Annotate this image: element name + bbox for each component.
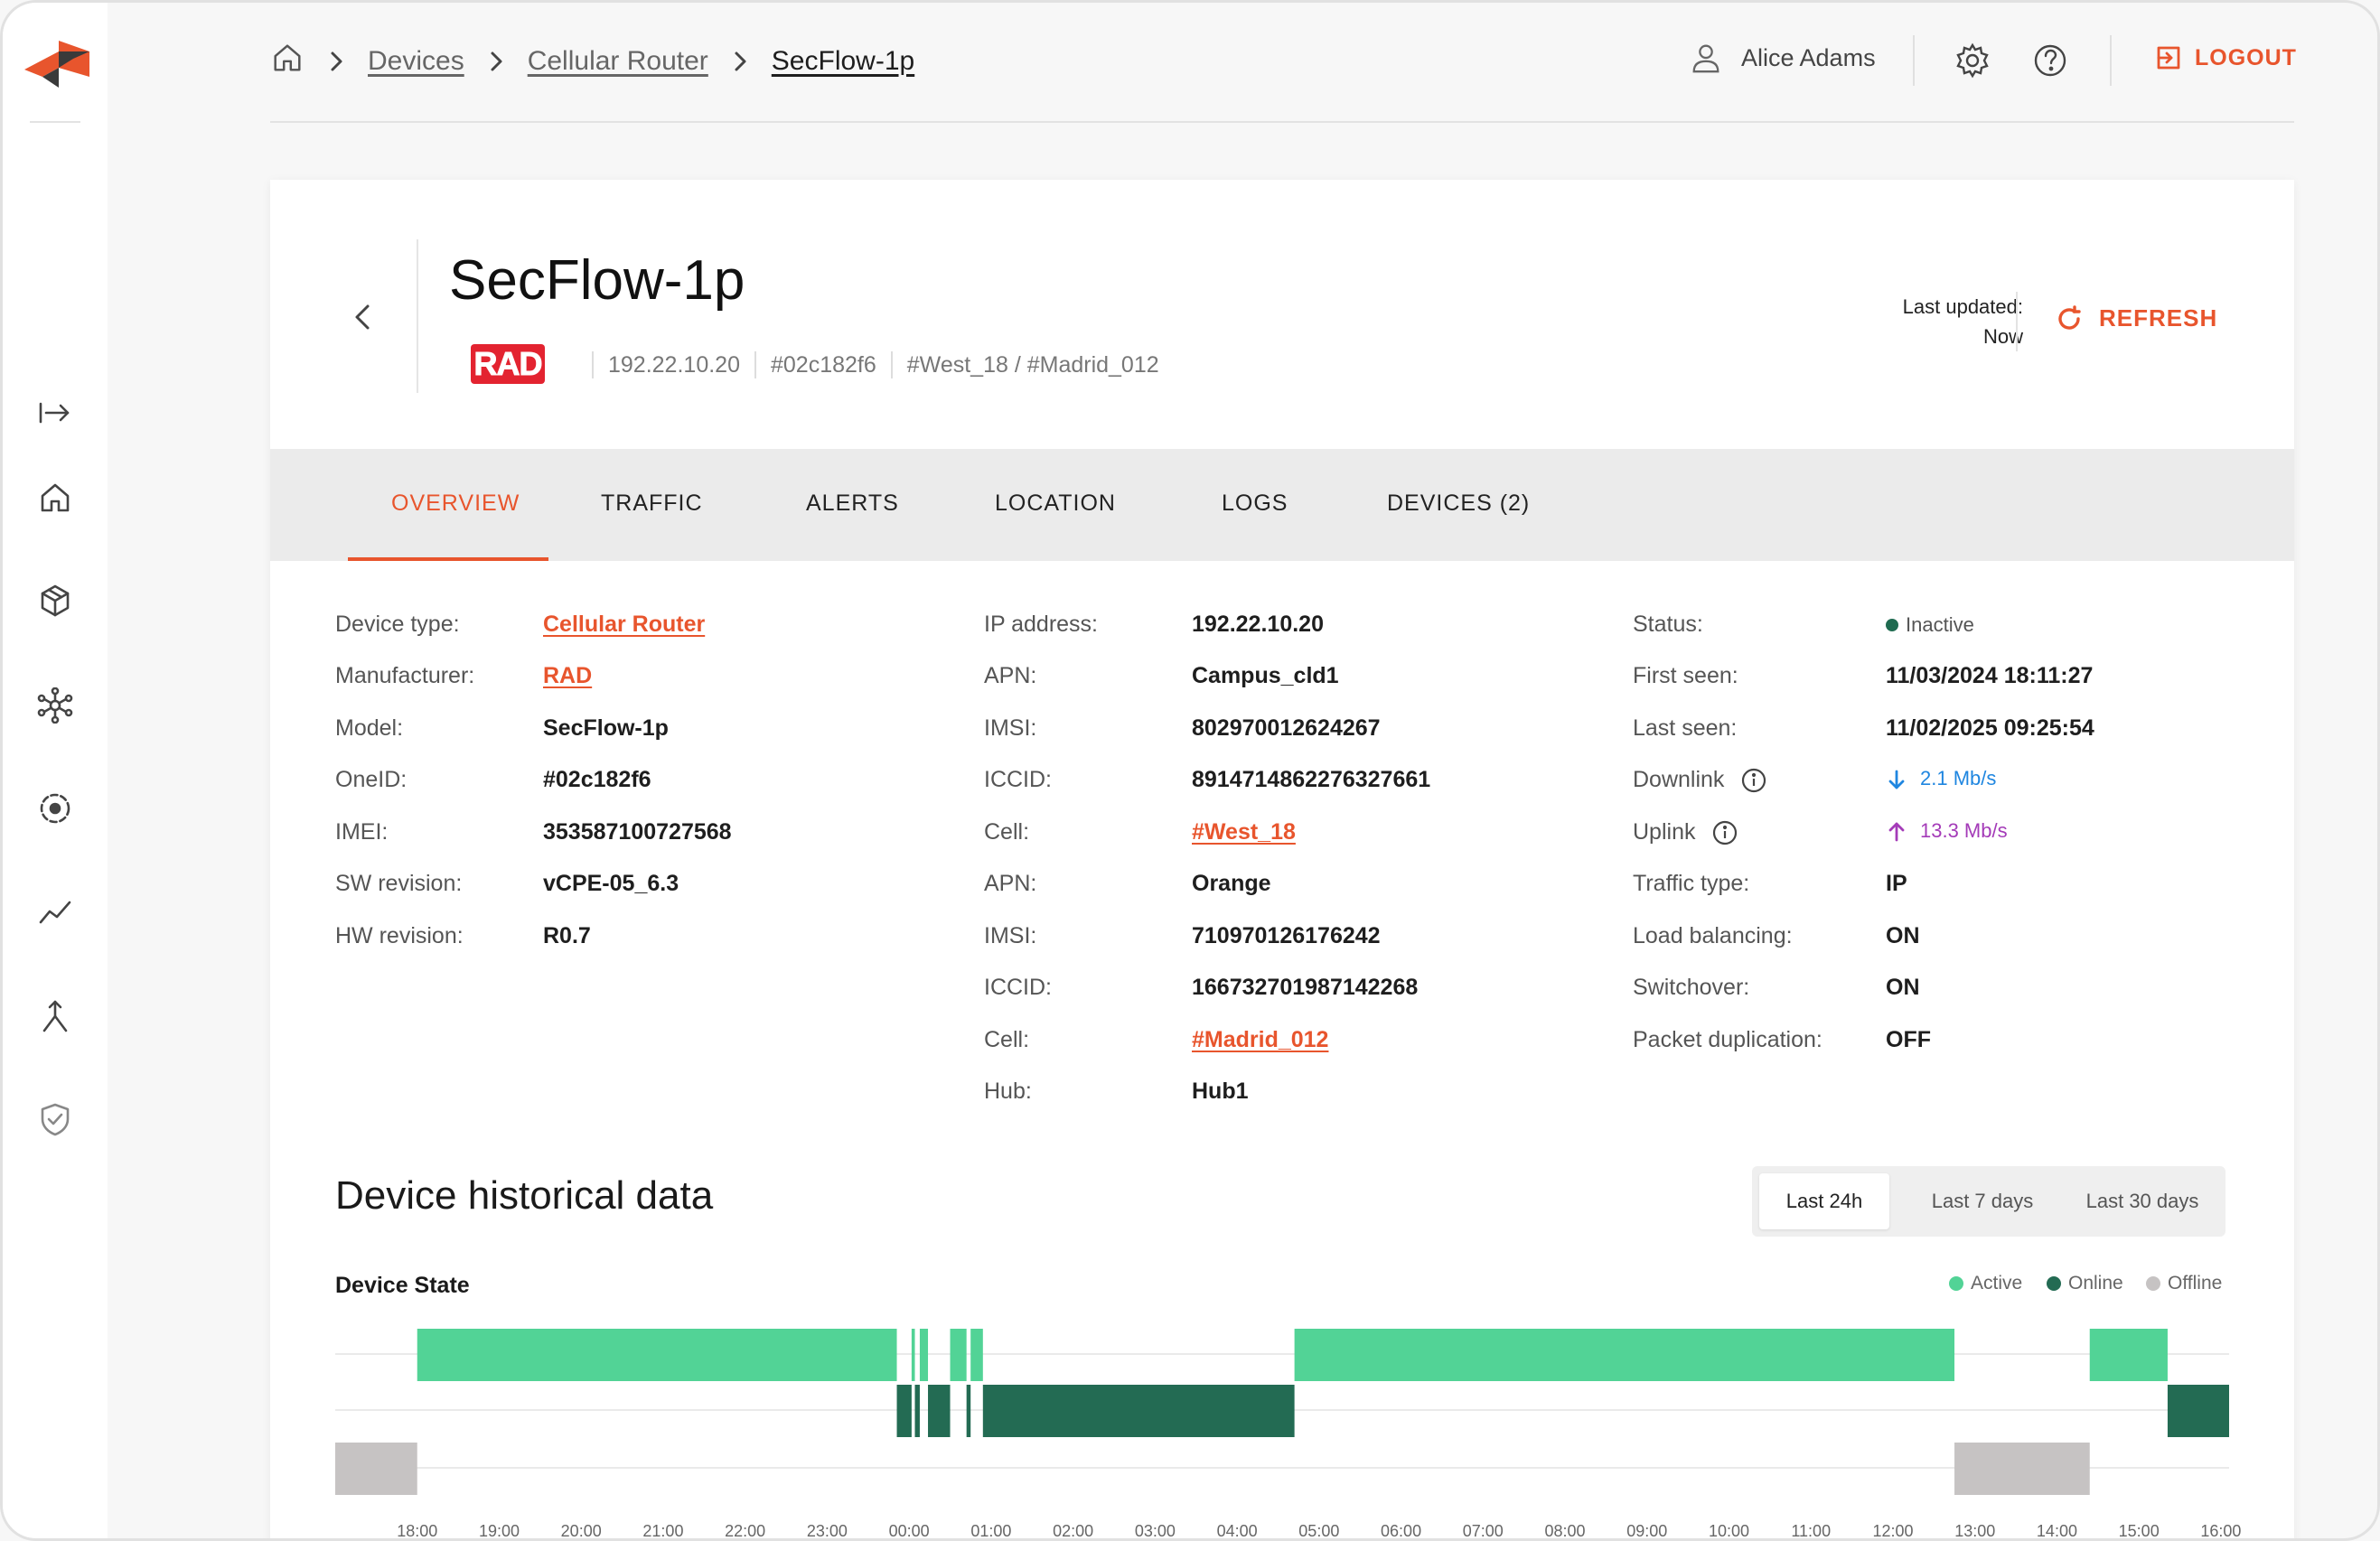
x-tick-label: 20:00 xyxy=(561,1522,602,1540)
x-tick-label: 09:00 xyxy=(1626,1522,1667,1540)
app-window: Devices Cellular Router SecFlow-1p Alice… xyxy=(0,0,2380,1541)
user-name: Alice Adams xyxy=(1741,43,1876,71)
x-tick-label: 08:00 xyxy=(1545,1522,1586,1540)
x-tick-label: 10:00 xyxy=(1709,1522,1749,1540)
topbar-divider xyxy=(1913,35,1915,86)
device-card: SecFlow-1p RAD 192.22.10.20 #02c182f6 #W… xyxy=(270,180,2294,1540)
chevron-right-icon xyxy=(728,50,752,73)
breadcrumb-devices[interactable]: Devices xyxy=(368,46,464,77)
user-menu[interactable]: Alice Adams xyxy=(1689,41,1876,75)
x-tick-label: 00:00 xyxy=(889,1522,930,1540)
gear-icon[interactable] xyxy=(1954,42,1991,79)
x-tick-label: 15:00 xyxy=(2119,1522,2160,1540)
state-segment-online[interactable] xyxy=(966,1385,971,1437)
state-segment-active[interactable] xyxy=(1294,1329,1955,1381)
topbar-divider-line xyxy=(270,121,2294,123)
x-tick-label: 03:00 xyxy=(1135,1522,1176,1540)
state-segment-online[interactable] xyxy=(914,1385,920,1437)
logout-label: LOGOUT xyxy=(2195,44,2297,70)
chevron-right-icon xyxy=(484,50,508,73)
state-segment-online[interactable] xyxy=(2167,1385,2229,1437)
user-icon xyxy=(1692,44,1719,73)
merge-icon[interactable] xyxy=(35,996,75,1036)
expand-icon[interactable] xyxy=(35,393,75,433)
state-segment-active[interactable] xyxy=(911,1329,915,1381)
device-state-chart: 18:00 19:00 20:00 21:00 22:00 23:00 00:00 01:00… xyxy=(335,1329,2241,1540)
x-tick-label: 22:00 xyxy=(725,1522,765,1540)
state-segment-online[interactable] xyxy=(982,1385,1295,1437)
x-tick-label: 06:00 xyxy=(1381,1522,1421,1540)
state-segment-offline[interactable] xyxy=(1954,1443,2090,1495)
state-segment-active[interactable] xyxy=(417,1329,897,1381)
x-tick-label: 14:00 xyxy=(2037,1522,2077,1540)
network-icon[interactable] xyxy=(35,686,75,725)
x-tick-label: 11:00 xyxy=(1791,1522,1831,1540)
x-tick-label: 01:00 xyxy=(970,1522,1011,1540)
x-tick-label: 21:00 xyxy=(642,1522,683,1540)
chevron-right-icon xyxy=(324,50,348,73)
state-segment-active[interactable] xyxy=(950,1329,967,1381)
sidebar xyxy=(3,3,108,1538)
x-tick-label: 16:00 xyxy=(2200,1522,2241,1540)
state-segment-active[interactable] xyxy=(970,1329,983,1381)
app-logo[interactable] xyxy=(23,37,91,91)
shield-icon[interactable] xyxy=(35,1099,75,1139)
logout-button[interactable]: LOGOUT xyxy=(2155,44,2297,71)
breadcrumb-cellular-router[interactable]: Cellular Router xyxy=(528,46,708,77)
state-segment-active[interactable] xyxy=(919,1329,929,1381)
cube-icon[interactable] xyxy=(35,581,75,621)
trend-icon[interactable] xyxy=(35,892,75,931)
state-segment-online[interactable] xyxy=(896,1385,912,1437)
x-tick-label: 18:00 xyxy=(397,1522,437,1540)
state-segment-online[interactable] xyxy=(928,1385,951,1437)
x-tick-label: 07:00 xyxy=(1463,1522,1504,1540)
sidebar-divider xyxy=(30,121,80,123)
home-icon[interactable] xyxy=(35,478,75,518)
logout-icon xyxy=(2157,46,2180,70)
help-icon[interactable] xyxy=(2032,42,2068,79)
topbar-divider xyxy=(2110,35,2112,86)
x-tick-label: 05:00 xyxy=(1298,1522,1339,1540)
state-segment-active[interactable] xyxy=(2089,1329,2168,1381)
breadcrumb-home-icon[interactable] xyxy=(270,41,305,82)
x-tick-label: 02:00 xyxy=(1053,1522,1093,1540)
breadcrumb: Devices Cellular Router SecFlow-1p xyxy=(270,41,914,82)
x-tick-label: 12:00 xyxy=(1872,1522,1913,1540)
state-segment-offline[interactable] xyxy=(335,1443,417,1495)
target-icon[interactable] xyxy=(35,789,75,828)
top-bar: Devices Cellular Router SecFlow-1p Alice… xyxy=(270,33,2297,93)
x-tick-label: 04:00 xyxy=(1217,1522,1258,1540)
x-tick-label: 13:00 xyxy=(1954,1522,1995,1540)
x-tick-label: 23:00 xyxy=(807,1522,848,1540)
breadcrumb-current-device[interactable]: SecFlow-1p xyxy=(772,46,914,77)
x-tick-label: 19:00 xyxy=(479,1522,520,1540)
